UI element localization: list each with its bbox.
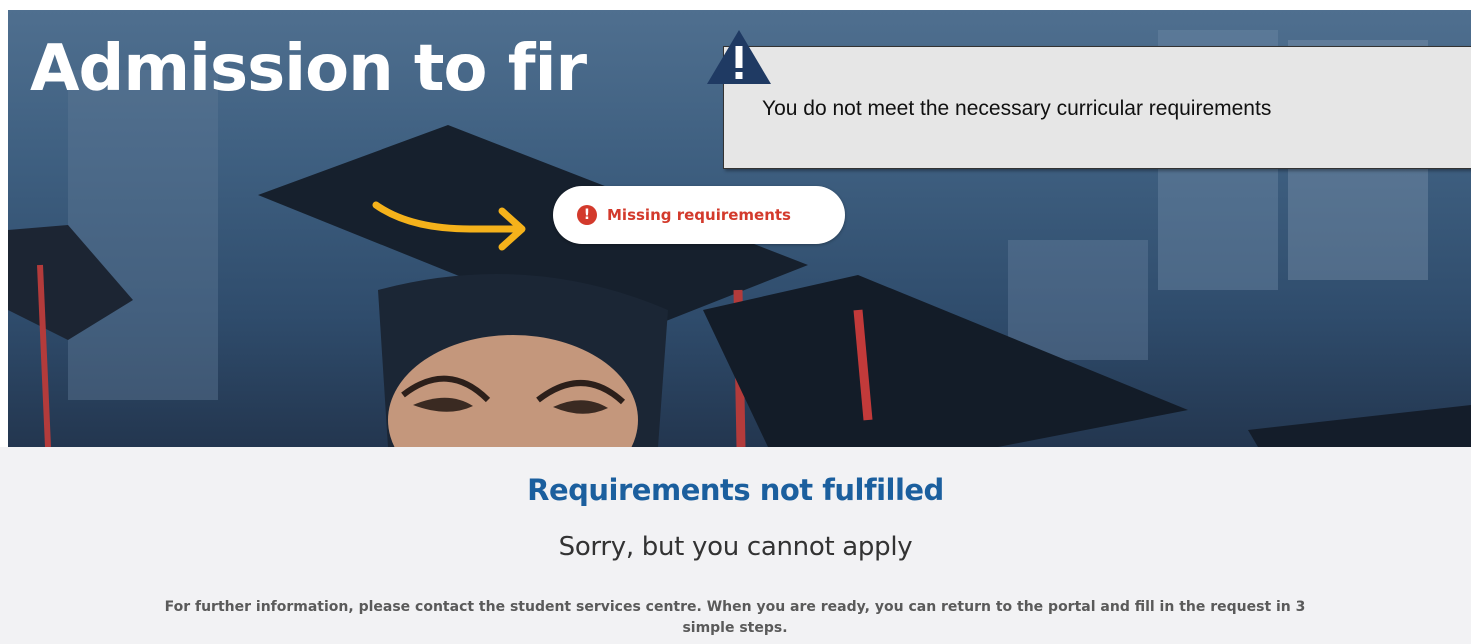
warning-triangle-icon [707, 30, 771, 84]
missing-requirements-label: Missing requirements [607, 206, 791, 224]
status-panel: Requirements not fulfilled Sorry, but yo… [0, 447, 1471, 644]
exclamation-circle-icon: ! [577, 205, 597, 225]
hero-title: Admission to fir [30, 32, 587, 106]
status-title: Requirements not fulfilled [527, 473, 944, 507]
status-description: For further information, please contact … [164, 599, 1306, 636]
error-tooltip: You do not meet the necessary curricular… [723, 46, 1471, 169]
status-subtitle: Sorry, but you cannot apply [558, 532, 913, 562]
arrow-icon [372, 201, 526, 251]
tooltip-message: You do not meet the necessary curricular… [762, 97, 1272, 120]
missing-requirements-badge[interactable]: ! Missing requirements [553, 186, 845, 244]
